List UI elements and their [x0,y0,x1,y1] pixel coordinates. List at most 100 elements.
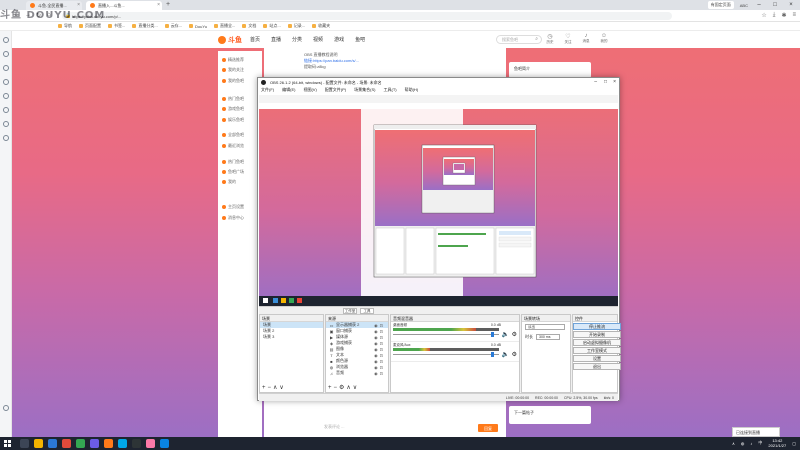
settings-button[interactable]: 设置 [573,355,621,362]
app-icon[interactable] [146,439,155,448]
sidebar-item[interactable]: 热门鱼吧 [222,96,244,102]
sidebar-item[interactable]: 我的鱼吧 [222,78,244,84]
bookmark-item[interactable]: 直播全... [214,23,235,29]
download-icon[interactable]: ⤓ [773,12,776,19]
bookmark-item[interactable]: 书签... [108,23,125,29]
nav-item-category[interactable]: 分类 [292,36,302,43]
edge-icon[interactable] [48,439,57,448]
sidebar-item[interactable]: 我的 [222,179,236,185]
side-panel-icon[interactable] [3,121,9,127]
menu-edit[interactable]: 编辑(E) [282,87,295,94]
ime-indicator[interactable]: 中 [758,440,762,446]
obs-preview[interactable] [259,95,618,306]
notification-icon[interactable]: ▢ [792,441,796,446]
bookmark-item[interactable]: 记录... [287,23,305,29]
obs-icon[interactable] [132,439,141,448]
minimize-icon[interactable]: – [594,79,597,85]
side-panel-icon[interactable] [3,51,9,57]
scene-item[interactable]: 场景 3 [260,334,323,340]
volume-slider[interactable] [393,352,499,357]
volume-icon[interactable]: ♪ [750,441,752,446]
reply-button[interactable]: 回复 [478,424,498,432]
account-chip[interactable]: ABC [740,3,748,8]
close-window-icon[interactable]: × [786,2,796,8]
task-view-icon[interactable] [20,439,29,448]
app-icon[interactable] [90,439,99,448]
bookmark-item[interactable]: 站点... [263,23,281,29]
search-input[interactable]: 搜索鱼吧 ⌕ [496,35,542,44]
clock[interactable]: 13:42 2021/1/27 [768,438,786,448]
sidebar-item[interactable]: 全部鱼吧 [222,132,244,138]
douyu-logo[interactable]: 斗鱼 [218,35,242,45]
virtual-camera-button[interactable]: 启动虚拟摄像机 [573,339,621,346]
windows-start-icon[interactable] [4,440,11,447]
bookmark-item[interactable]: 文档 [242,23,256,29]
source-dock-buttons[interactable]: +−⚙∧∨ [328,384,359,391]
close-icon[interactable]: × [157,2,160,8]
menu-icon[interactable]: ≡ [792,12,796,19]
gear-icon[interactable]: ⚙ [512,331,517,338]
bookmark-item[interactable]: 页面配置 [79,23,101,29]
nav-item-video[interactable]: 视频 [313,36,323,43]
app-icon[interactable] [118,439,127,448]
hot-search-chip[interactable]: 有固定页面 [707,1,734,9]
file-explorer-icon[interactable] [34,439,43,448]
transition-select[interactable]: 淡出 [525,324,565,330]
volume-slider[interactable] [393,332,499,337]
message-button[interactable]: ♪ 消息 [580,33,592,45]
nav-item-live[interactable]: 直播 [271,36,281,43]
sidebar-item[interactable]: 游戏鱼吧 [222,106,244,112]
exit-button[interactable]: 退出 [573,363,621,370]
sidebar-item[interactable]: 最近浏览 [222,143,244,149]
tray-notification[interactable]: 已连接到直播 [732,427,780,437]
follow-button[interactable]: ♡ 关注 [562,33,574,45]
slider-knob[interactable] [490,352,494,357]
next-post-card[interactable]: 下一篇帖子 [509,406,591,424]
bookmark-item[interactable]: 直播分类... [132,23,158,29]
settings-icon[interactable] [3,405,9,411]
slider-knob[interactable] [490,332,494,337]
bookmark-item[interactable]: 收藏夹 [312,23,330,29]
new-tab-button[interactable]: + [166,1,170,8]
bookmark-item[interactable]: 云存... [164,23,182,29]
menu-profile[interactable]: 配置文件(P) [325,87,346,94]
side-panel-icon[interactable] [3,37,9,43]
duration-input[interactable]: 300 ms [536,334,560,340]
close-icon[interactable]: × [613,79,616,85]
nav-item-game[interactable]: 游戏 [334,36,344,43]
source-item[interactable]: ♫ 音频 ◉⊡ [326,370,388,376]
side-panel-icon[interactable] [3,65,9,71]
sidebar-item[interactable]: 热门鱼吧 [222,159,244,165]
maximize-icon[interactable]: □ [770,2,780,8]
gear-icon[interactable]: ⚙ [512,351,517,358]
nav-item-home[interactable]: 首页 [250,36,260,43]
sidebar-item[interactable]: 主页设置 [222,204,244,210]
menu-help[interactable]: 帮助(H) [405,87,419,94]
side-panel-icon[interactable] [3,107,9,113]
side-panel-icon[interactable] [3,135,9,141]
app-icon[interactable] [62,439,71,448]
sidebar-item[interactable]: 精选推荐 [222,57,244,63]
maximize-icon[interactable]: □ [604,79,607,85]
app-icon[interactable] [160,439,169,448]
browser-icon[interactable] [104,439,113,448]
sidebar-item[interactable]: 鱼吧广场 [222,169,244,175]
url-field[interactable]: 🔒 https://yuba.douyu.com/p/... [62,12,672,20]
avatar[interactable]: ☺ 我的 [598,33,610,45]
extension-icon[interactable]: ✱ [781,12,786,19]
scene-dock-buttons[interactable]: +−∧∨ [262,384,286,391]
sidebar-item[interactable]: 娱乐鱼吧 [222,117,244,123]
side-panel-icon[interactable] [3,79,9,85]
menu-file[interactable]: 文件(F) [261,87,274,94]
nav-item-yuba[interactable]: 鱼吧 [355,36,365,43]
bookmark-item[interactable]: 导航 [58,23,72,29]
history-button[interactable]: ◷ 历史 [544,33,556,45]
menu-scene-collection[interactable]: 场景集合(S) [354,87,375,94]
sidebar-item[interactable]: 消息中心 [222,215,244,221]
speaker-icon[interactable]: 🔈 [502,331,509,338]
sidebar-item[interactable]: 我的关注 [222,67,244,73]
app-icon[interactable] [76,439,85,448]
network-icon[interactable]: ◍ [741,441,745,446]
speaker-icon[interactable]: 🔈 [502,351,509,358]
star-icon[interactable]: ☆ [761,12,766,19]
